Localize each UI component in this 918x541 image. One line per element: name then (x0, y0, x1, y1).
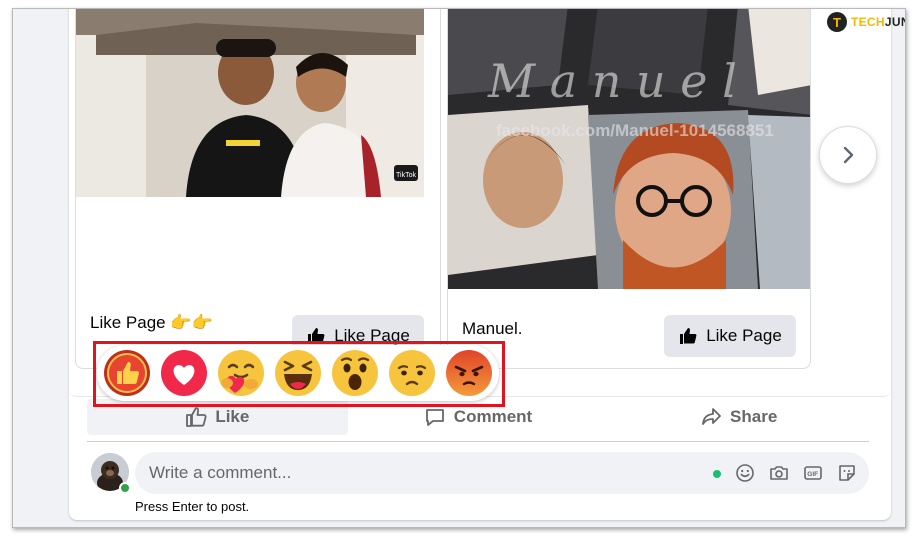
post-card: TikTok Like Page 👉👉 Like Page M a n u e … (69, 8, 891, 520)
like-action-label: Like (215, 407, 250, 426)
share-action-label: Share (730, 407, 778, 426)
online-status-dot (119, 482, 131, 494)
svg-text:facebook.com/Manuel-1014568851: facebook.com/Manuel-1014568851 (496, 121, 774, 140)
page-card-1-title-text: Like Page (90, 313, 166, 332)
wordmark-part-junkie: JUNKIE (884, 15, 905, 29)
techjunkie-wordmark: TECHJUNKIE (851, 15, 905, 29)
screenshot-frame: TikTok Like Page 👉👉 Like Page M a n u e … (12, 8, 906, 528)
carousel-next-button[interactable] (819, 126, 877, 184)
thumbs-up-icon (680, 328, 697, 344)
like-page-label-2: Like Page (706, 326, 782, 345)
page-card-1-title[interactable]: Like Page 👉👉 (90, 313, 213, 333)
gif-icon[interactable]: GIF (803, 463, 823, 483)
page-card-2-title[interactable]: Manuel. (462, 319, 522, 339)
wordmark-part-tech: TECH (851, 15, 885, 29)
page-card-2: M a n u e l facebook.com/Manuel-10145688… (447, 8, 811, 369)
camera-icon[interactable] (769, 463, 789, 483)
comment-hint: Press Enter to post. (135, 499, 250, 514)
comment-composer: GIF (135, 452, 869, 494)
comment-action-label: Comment (453, 407, 533, 426)
chevron-right-icon (843, 146, 854, 164)
svg-text:M a n u e l: M a n u e l (487, 54, 737, 108)
share-arrow-icon (702, 408, 721, 425)
page-card-1: TikTok Like Page 👉👉 Like Page (75, 8, 441, 369)
action-divider (87, 441, 869, 442)
like-outline-icon (186, 407, 207, 427)
sticker-icon[interactable] (837, 463, 857, 483)
suggested-pages-carousel: TikTok Like Page 👉👉 Like Page M a n u e … (69, 8, 891, 397)
comment-bubble-icon (425, 409, 444, 426)
page-card-1-image[interactable]: TikTok (76, 8, 424, 197)
reaction-highlight-box (93, 341, 505, 407)
share-action-button[interactable]: Share (608, 399, 869, 435)
svg-text:TikTok: TikTok (396, 172, 416, 179)
techjunkie-watermark: T TECHJUNKIE (827, 12, 905, 32)
pointing-emoji: 👉👉 (170, 313, 213, 332)
page-card-2-image[interactable]: M a n u e l facebook.com/Manuel-10145688… (448, 8, 811, 289)
typing-indicator-dot (713, 470, 721, 478)
svg-text:GIF: GIF (807, 471, 818, 478)
techjunkie-logo-icon: T (827, 12, 847, 32)
like-page-button-2[interactable]: Like Page (664, 315, 796, 357)
comment-input[interactable] (149, 463, 689, 483)
emoji-icon[interactable] (735, 463, 755, 483)
